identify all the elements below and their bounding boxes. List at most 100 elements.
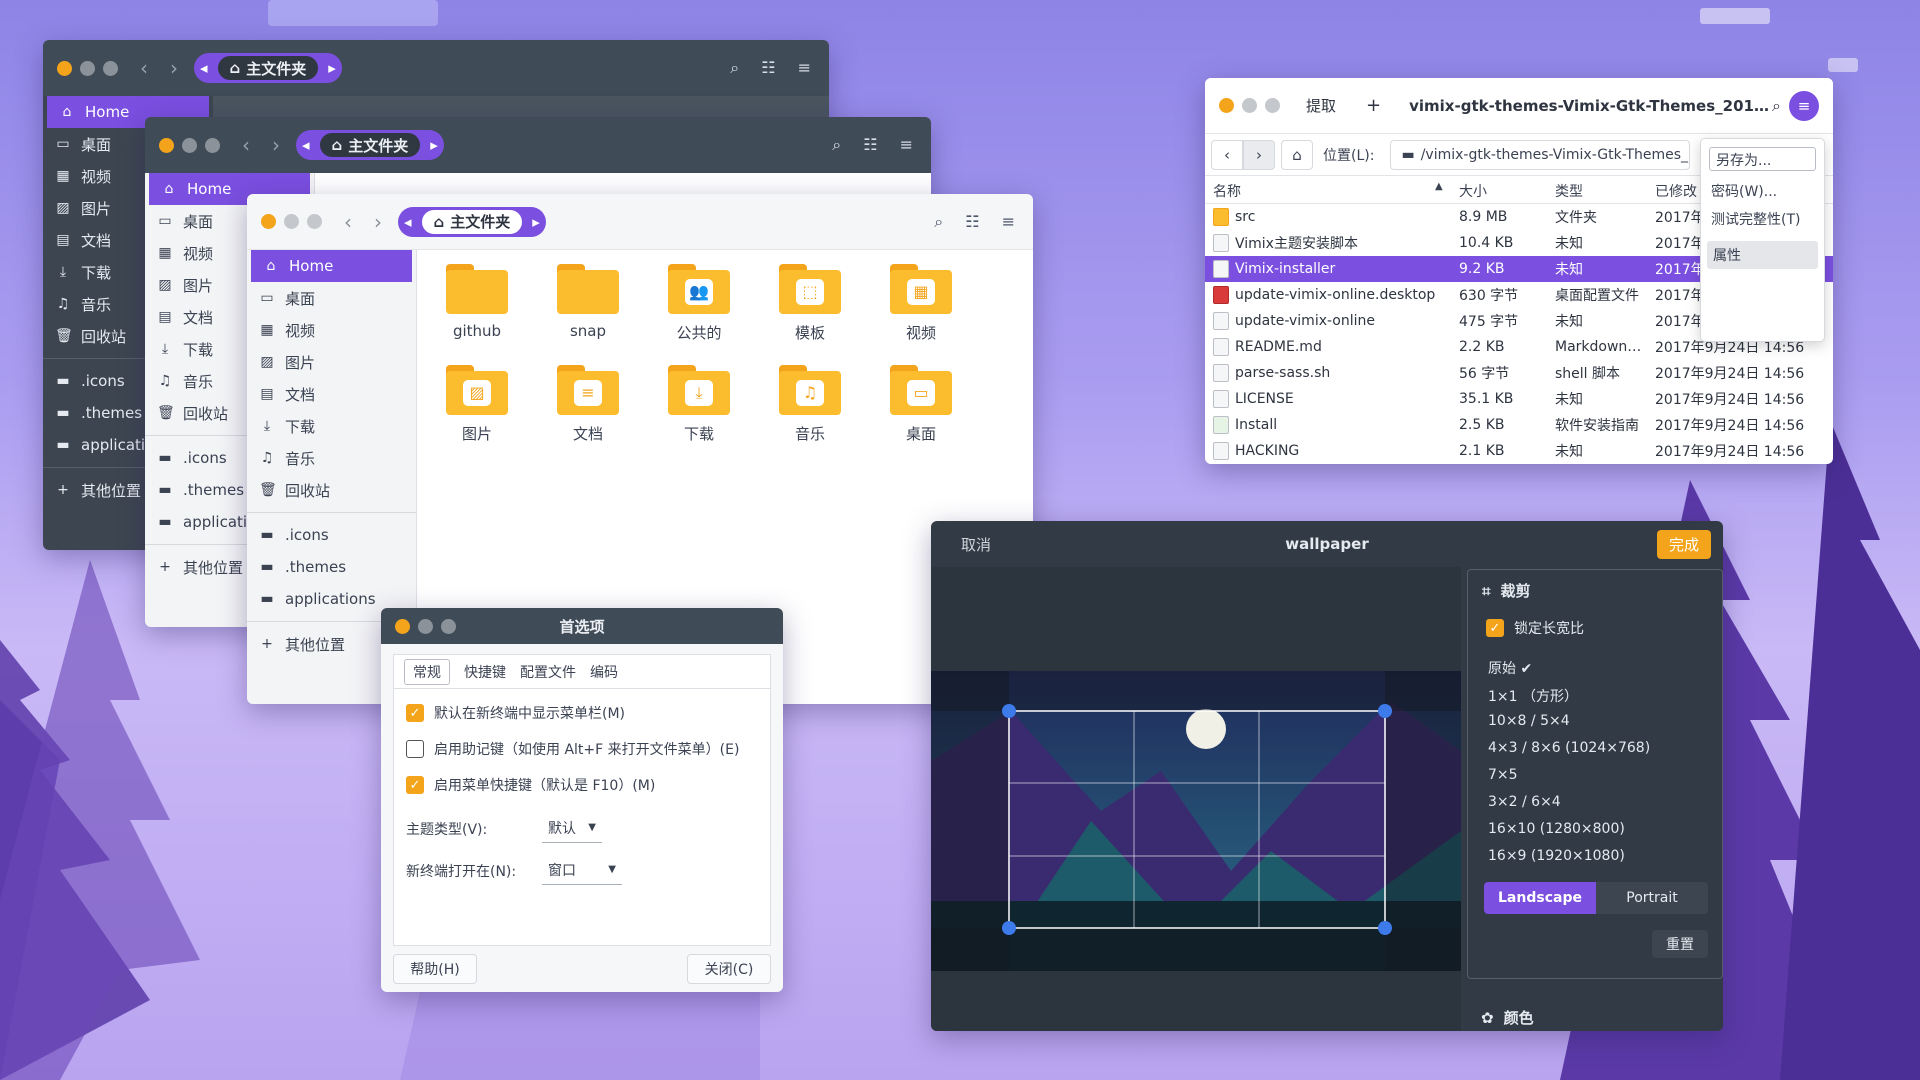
menu-icon[interactable]: ≡ bbox=[798, 58, 811, 78]
folder-downloads[interactable]: ⤓ 下载 bbox=[654, 365, 744, 444]
checkbox-checked[interactable]: ✓ bbox=[1486, 619, 1504, 637]
tab-profiles[interactable]: 配置文件 bbox=[520, 662, 576, 682]
close-button[interactable] bbox=[159, 137, 174, 153]
back-icon[interactable]: ‹ bbox=[344, 210, 352, 234]
folder-videos[interactable]: ▦ 视频 bbox=[876, 264, 966, 343]
menu-icon[interactable]: ≡ bbox=[1002, 212, 1015, 232]
path-home-button[interactable]: ⌂ 主文件夹 bbox=[319, 133, 421, 157]
path-left-icon[interactable]: ◂ bbox=[404, 213, 412, 231]
sidebar-item-downloads[interactable]: ⤓ 下载 bbox=[247, 410, 416, 442]
close-dialog-button[interactable]: 关闭(C) bbox=[687, 954, 771, 984]
minimize-button[interactable] bbox=[284, 214, 299, 229]
view-list-icon[interactable]: ☷ bbox=[863, 135, 877, 155]
sidebar-item-video[interactable]: ▦ 视频 bbox=[247, 314, 416, 346]
view-list-icon[interactable]: ☷ bbox=[965, 212, 979, 232]
table-row[interactable]: LICENSE 35.1 KB 未知 2017年9月24日 14:56 bbox=[1205, 386, 1833, 412]
tab-encoding[interactable]: 编码 bbox=[590, 662, 618, 682]
column-name[interactable]: 名称 bbox=[1213, 181, 1241, 201]
reset-button[interactable]: 重置 bbox=[1652, 930, 1708, 958]
ratio-7x5[interactable]: 7×5 bbox=[1488, 767, 1518, 783]
menu-icon[interactable]: ≡ bbox=[900, 135, 913, 155]
checkbox-checked[interactable]: ✓ bbox=[406, 704, 424, 722]
search-icon[interactable]: ⌕ bbox=[730, 58, 739, 78]
ratio-4x3[interactable]: 4×3 / 8×6 (1024×768) bbox=[1488, 740, 1650, 756]
close-button[interactable] bbox=[261, 214, 276, 229]
column-type[interactable]: 类型 bbox=[1555, 181, 1583, 201]
sidebar-item-documents[interactable]: ▤ 文档 bbox=[247, 378, 416, 410]
menu-accel-checkbox-row[interactable]: ✓ 启用菜单快捷键（默认是 F10）(M) bbox=[406, 775, 655, 795]
table-row[interactable]: parse-sass.sh 56 字节 shell 脚本 2017年9月24日 14:… bbox=[1205, 360, 1833, 386]
back-button[interactable]: ‹ bbox=[1211, 139, 1243, 170]
back-icon[interactable]: ‹ bbox=[242, 133, 250, 157]
column-size[interactable]: 大小 bbox=[1459, 181, 1487, 201]
search-icon[interactable]: ⌕ bbox=[934, 212, 943, 232]
location-field[interactable]: ▬ /vimix-gtk-themes-Vimix-Gtk-Themes_20 bbox=[1390, 139, 1691, 170]
maximize-button[interactable] bbox=[205, 137, 220, 153]
ratio-16x9[interactable]: 16×9 (1920×1080) bbox=[1488, 848, 1625, 864]
help-button[interactable]: 帮助(H) bbox=[393, 954, 477, 984]
search-icon[interactable]: ⌕ bbox=[832, 135, 841, 155]
menu-item-test-integrity[interactable]: 测试完整性(T) bbox=[1701, 205, 1824, 233]
path-right-icon[interactable]: ▸ bbox=[430, 136, 438, 154]
forward-icon[interactable]: › bbox=[272, 133, 280, 157]
tab-general[interactable]: 常规 bbox=[404, 658, 450, 685]
minimize-button[interactable] bbox=[418, 618, 433, 634]
ratio-16x10[interactable]: 16×10 (1280×800) bbox=[1488, 821, 1625, 837]
ratio-original[interactable]: 原始 ✔ bbox=[1488, 658, 1532, 678]
ratio-5x4[interactable]: 10×8 / 5×4 bbox=[1488, 713, 1570, 729]
menubar-checkbox-row[interactable]: ✓ 默认在新终端中显示菜单栏(M) bbox=[406, 703, 625, 723]
close-button[interactable] bbox=[57, 60, 72, 76]
sidebar-item-desktop[interactable]: ▭ 桌面 bbox=[247, 282, 416, 314]
close-button[interactable] bbox=[395, 618, 410, 634]
folder-documents[interactable]: ≡ 文档 bbox=[543, 365, 633, 444]
folder-github[interactable]: github bbox=[432, 264, 522, 340]
column-modified[interactable]: 已修改 bbox=[1655, 181, 1697, 201]
search-icon[interactable]: ⌕ bbox=[1772, 96, 1781, 116]
checkbox-unchecked[interactable] bbox=[406, 740, 424, 758]
add-icon[interactable]: + bbox=[1366, 95, 1381, 116]
forward-button[interactable]: › bbox=[1243, 139, 1275, 170]
cancel-button[interactable]: 取消 bbox=[961, 534, 991, 555]
folder-snap[interactable]: snap bbox=[543, 264, 633, 340]
tab-shortcuts[interactable]: 快捷键 bbox=[464, 662, 506, 682]
forward-icon[interactable]: › bbox=[170, 56, 178, 80]
extract-button[interactable]: 提取 bbox=[1306, 95, 1336, 116]
menu-item-password[interactable]: 密码(W)... bbox=[1701, 177, 1824, 205]
crop-handle[interactable] bbox=[1378, 704, 1392, 718]
sidebar-item-icons[interactable]: ▬ .icons bbox=[247, 519, 416, 551]
folder-music[interactable]: ♫ 音乐 bbox=[765, 365, 855, 444]
path-home-button[interactable]: ⌂ 主文件夹 bbox=[217, 56, 319, 80]
menu-item-properties[interactable]: 属性 bbox=[1707, 241, 1818, 269]
crop-handle[interactable] bbox=[1002, 921, 1016, 935]
minimize-button[interactable] bbox=[182, 137, 197, 153]
ratio-3x2[interactable]: 3×2 / 6×4 bbox=[1488, 794, 1561, 810]
folder-pictures[interactable]: ▨ 图片 bbox=[432, 365, 522, 444]
view-list-icon[interactable]: ☷ bbox=[761, 58, 775, 78]
minimize-button[interactable] bbox=[1242, 98, 1257, 113]
lock-aspect-row[interactable]: ✓ 锁定长宽比 bbox=[1486, 618, 1584, 638]
back-icon[interactable]: ‹ bbox=[140, 56, 148, 80]
theme-variant-select[interactable]: 默认 ▼ bbox=[542, 813, 602, 843]
menu-item-save-as[interactable]: 另存为... bbox=[1709, 147, 1816, 171]
folder-public[interactable]: 👥 公共的 bbox=[654, 264, 744, 343]
done-button[interactable]: 完成 bbox=[1656, 529, 1711, 559]
maximize-button[interactable] bbox=[307, 214, 322, 229]
sidebar-item-home[interactable]: ⌂ Home bbox=[251, 250, 412, 282]
forward-icon[interactable]: › bbox=[374, 210, 382, 234]
home-button[interactable]: ⌂ bbox=[1281, 139, 1313, 170]
maximize-button[interactable] bbox=[441, 618, 456, 634]
menu-icon[interactable]: ≡ bbox=[1789, 90, 1819, 121]
path-right-icon[interactable]: ▸ bbox=[328, 59, 336, 77]
sidebar-item-music[interactable]: ♫ 音乐 bbox=[247, 442, 416, 474]
path-home-button[interactable]: ⌂ 主文件夹 bbox=[421, 209, 523, 234]
portrait-button[interactable]: Portrait bbox=[1596, 882, 1708, 914]
new-terminal-select[interactable]: 窗口 ▼ bbox=[542, 855, 622, 885]
maximize-button[interactable] bbox=[103, 60, 118, 76]
landscape-button[interactable]: Landscape bbox=[1484, 882, 1596, 914]
crop-handle[interactable] bbox=[1378, 921, 1392, 935]
color-section[interactable]: ✿ 颜色 bbox=[1481, 1007, 1534, 1028]
crop-handle[interactable] bbox=[1002, 704, 1016, 718]
mnemonics-checkbox-row[interactable]: 启用助记键（如使用 Alt+F 来打开文件菜单）(E) bbox=[406, 739, 739, 759]
path-left-icon[interactable]: ◂ bbox=[200, 59, 208, 77]
folder-desktop[interactable]: ▭ 桌面 bbox=[876, 365, 966, 444]
